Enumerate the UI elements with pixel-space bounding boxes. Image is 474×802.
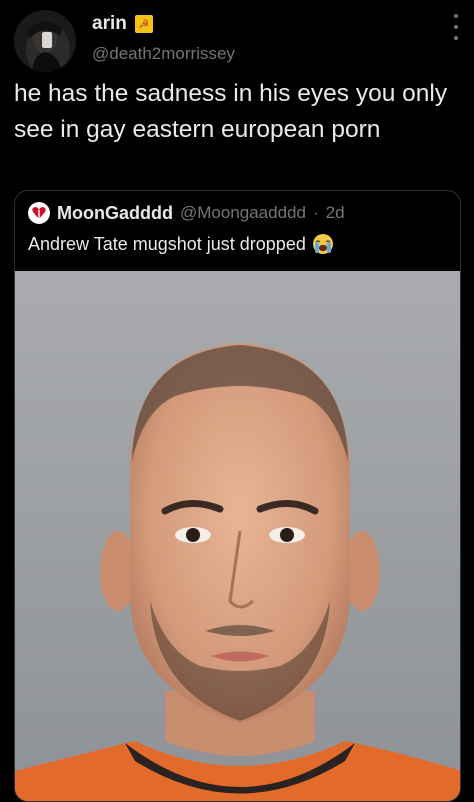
- author-handle[interactable]: @death2morrissey: [92, 44, 235, 64]
- author-display-name[interactable]: arin: [92, 13, 127, 35]
- quoted-tweet[interactable]: MoonGadddd @Moongaadddd · 2d Andrew Tate…: [14, 190, 461, 802]
- more-options-icon[interactable]: [452, 14, 460, 40]
- heart-logo-icon: [32, 207, 46, 219]
- author-avatar[interactable]: [14, 10, 76, 72]
- hammer-sickle-flag-icon: ☭: [134, 15, 153, 33]
- quoted-tweet-text: Andrew Tate mugshot just dropped: [28, 233, 306, 254]
- quoted-display-name[interactable]: MoonGadddd: [57, 203, 173, 224]
- tweet[interactable]: arin ☭ @death2morrissey he has the sadne…: [0, 0, 474, 802]
- quoted-timestamp[interactable]: 2d: [326, 203, 345, 223]
- mugshot-photo[interactable]: [15, 271, 460, 801]
- tweet-text: he has the sadness in his eyes you only …: [14, 80, 448, 143]
- quoted-handle[interactable]: @Moongaadddd: [180, 203, 306, 223]
- avatar-image: [14, 10, 76, 72]
- loudly-crying-face-icon: [312, 233, 334, 255]
- mugshot-photo-graphic: [15, 271, 460, 801]
- separator-dot: ·: [312, 203, 319, 222]
- quoted-author-avatar[interactable]: [28, 202, 50, 224]
